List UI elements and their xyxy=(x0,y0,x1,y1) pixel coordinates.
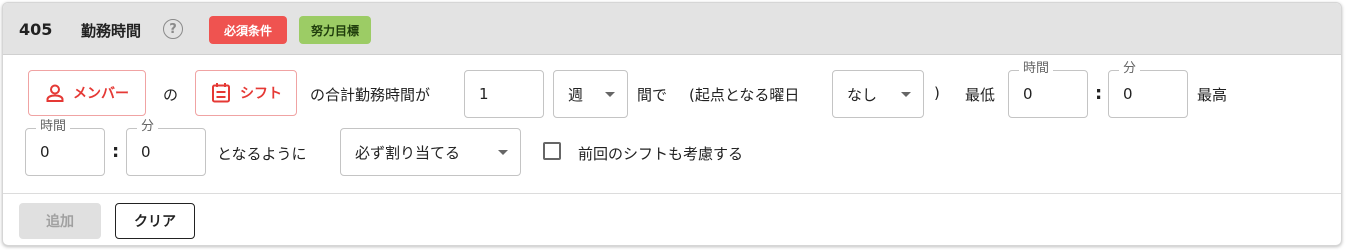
assign-mode-value: 必ず割り当てる xyxy=(355,143,461,162)
text-start-close: ) xyxy=(934,84,940,102)
text-min: 最低 xyxy=(965,86,996,104)
max-hours-input[interactable]: 時間 0 xyxy=(25,119,105,176)
min-hours-legend: 時間 xyxy=(1019,61,1054,77)
text-max: 最高 xyxy=(1197,86,1228,104)
help-circle-icon[interactable]: ? xyxy=(163,19,183,39)
min-hours-value: 0 xyxy=(1023,85,1033,103)
max-minutes-legend: 分 xyxy=(137,119,159,135)
max-hours-value: 0 xyxy=(40,143,50,161)
clear-button[interactable]: クリア xyxy=(115,203,195,239)
text-total-hours: の合計勤務時間が xyxy=(310,86,431,104)
consider-previous-label[interactable]: 前回のシフトも考慮する xyxy=(578,143,743,164)
add-button[interactable]: 追加 xyxy=(19,203,101,239)
effort-goal-badge[interactable]: 努力目標 xyxy=(299,16,371,44)
constraint-card: 405 勤務時間 ? 必須条件 努力目標 メンバー の シフト の合計勤務時間が… xyxy=(2,2,1342,246)
calendar-list-icon xyxy=(212,83,230,103)
member-button-label: メンバー xyxy=(73,86,129,102)
person-icon xyxy=(46,84,64,102)
text-start-open: (起点となる曜日 xyxy=(689,86,800,104)
max-hours-legend: 時間 xyxy=(36,119,71,135)
footer-divider xyxy=(3,193,1341,194)
shift-button[interactable]: シフト xyxy=(195,70,297,116)
period-unit-value: 週 xyxy=(568,85,584,104)
period-unit-select[interactable]: 週 xyxy=(553,70,628,118)
member-button[interactable]: メンバー xyxy=(28,70,146,116)
start-weekday-value: なし xyxy=(847,85,878,104)
colon-separator: : xyxy=(112,141,120,162)
required-badge[interactable]: 必須条件 xyxy=(209,16,287,44)
text-so-that: となるように xyxy=(217,145,307,163)
min-minutes-legend: 分 xyxy=(1119,61,1141,77)
rule-number: 405 xyxy=(19,20,53,39)
start-weekday-select[interactable]: なし xyxy=(832,70,924,118)
card-header: 405 勤務時間 ? 必須条件 努力目標 xyxy=(3,3,1341,55)
colon-separator: : xyxy=(1095,83,1103,104)
max-minutes-value: 0 xyxy=(141,143,151,161)
assign-mode-select[interactable]: 必ず割り当てる xyxy=(340,128,521,176)
chevron-down-icon xyxy=(901,91,911,97)
max-minutes-input[interactable]: 分 0 xyxy=(126,119,206,176)
chevron-down-icon xyxy=(605,91,615,97)
min-minutes-value: 0 xyxy=(1123,85,1133,103)
text-no: の xyxy=(163,86,179,104)
period-value-input[interactable]: 1 xyxy=(464,70,544,118)
min-minutes-input[interactable]: 分 0 xyxy=(1108,61,1188,118)
shift-button-label: シフト xyxy=(240,86,282,102)
chevron-down-icon xyxy=(498,149,508,155)
min-hours-input[interactable]: 時間 0 xyxy=(1008,61,1088,118)
text-between: 間で xyxy=(637,86,668,104)
rule-title: 勤務時間 xyxy=(81,22,142,40)
consider-previous-checkbox[interactable] xyxy=(543,142,561,160)
